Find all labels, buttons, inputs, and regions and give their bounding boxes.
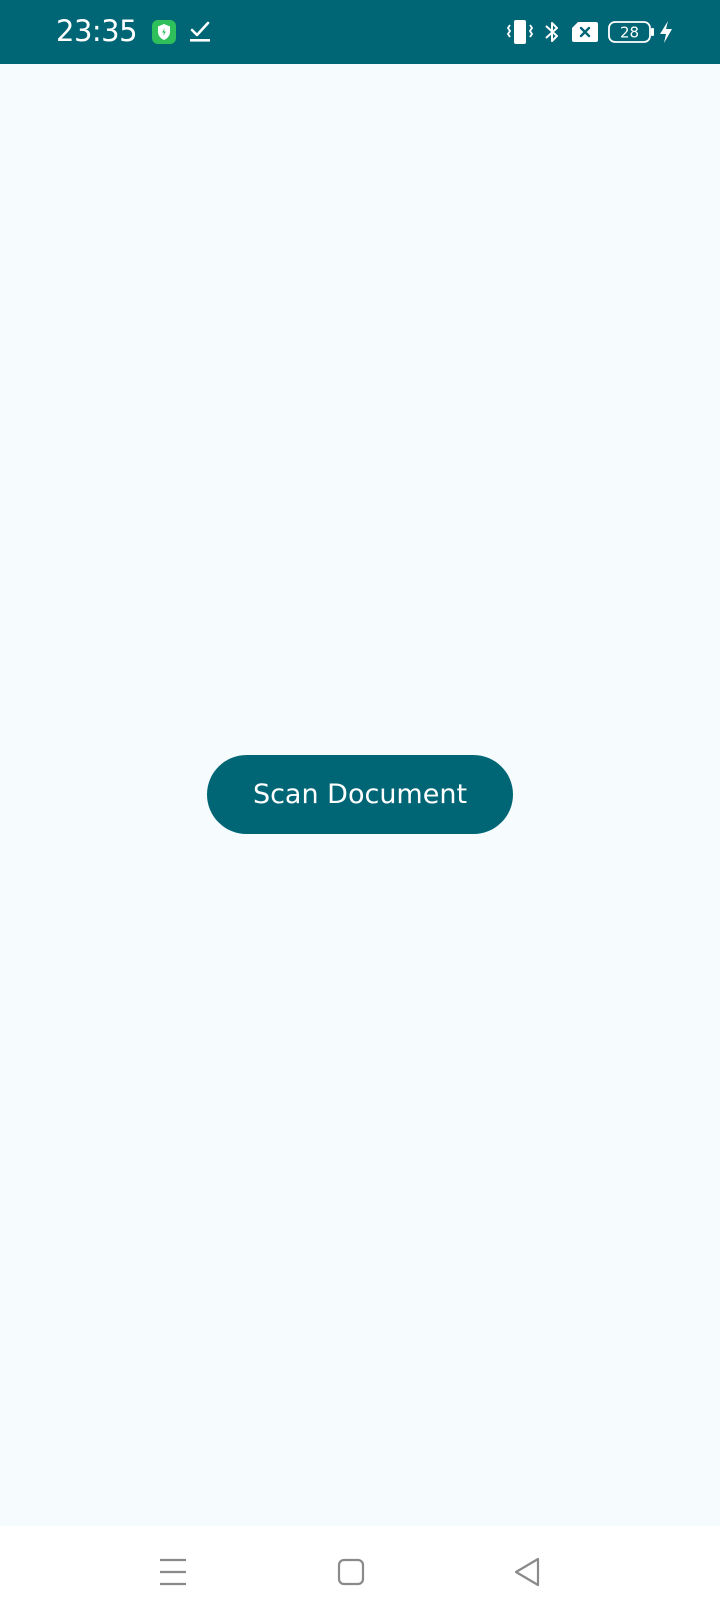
- charging-icon: [660, 21, 672, 43]
- scan-document-button[interactable]: Scan Document: [207, 755, 513, 834]
- battery-icon: 28: [608, 21, 654, 43]
- status-bar: 23:35 28: [0, 0, 720, 64]
- home-icon[interactable]: [331, 1552, 371, 1592]
- no-sim-icon: [572, 22, 598, 42]
- recents-menu-icon[interactable]: [153, 1552, 193, 1592]
- bluetooth-icon: [545, 22, 558, 42]
- status-time: 23:35: [56, 14, 138, 48]
- vibrate-icon: [506, 20, 534, 44]
- check-icon: [190, 21, 210, 42]
- shield-app-icon: [152, 20, 176, 44]
- battery-level: 28: [620, 24, 639, 42]
- back-icon[interactable]: [508, 1552, 548, 1592]
